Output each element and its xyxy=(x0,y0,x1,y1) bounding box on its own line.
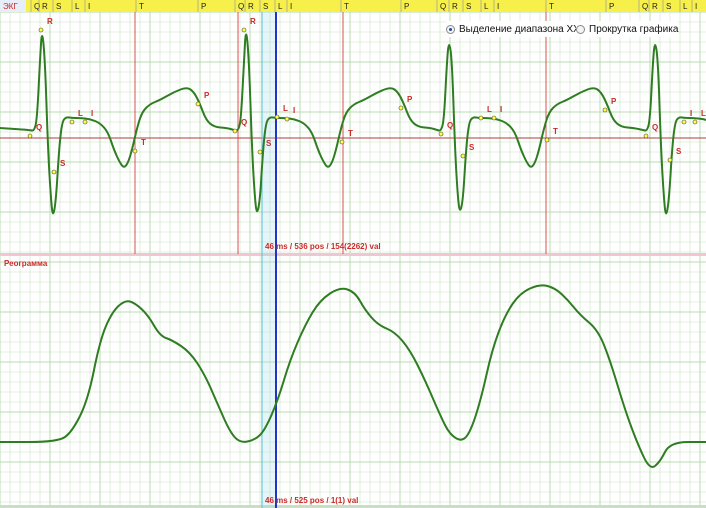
wave-label: P xyxy=(407,95,413,104)
topbar-marker: I xyxy=(695,2,697,11)
wave-point xyxy=(27,133,33,139)
topbar-marker: R xyxy=(652,2,658,11)
topbar-marker: T xyxy=(344,2,349,11)
topbar-marker: L xyxy=(683,2,688,11)
wave-label: S xyxy=(266,139,272,148)
topbar-marker: R xyxy=(248,2,254,11)
topbar-marker: P xyxy=(201,2,206,11)
wave-label: R xyxy=(250,17,256,26)
wave-point xyxy=(274,114,280,120)
wave-label: L xyxy=(78,109,83,118)
ecg-readout: 46 ms / 536 pos / 154(2262) val xyxy=(265,242,381,251)
wave-point xyxy=(643,133,649,139)
chart-stage: ЭКГ Q R S L I T P Q R S L I T P Q R S L I T P Q R S L I RQSLITPRQS… xyxy=(0,0,706,508)
wave-label: Q xyxy=(447,121,453,130)
topbar-marker: I xyxy=(88,2,90,11)
panel-texts-layer: 46 ms / 536 pos / 154(2262) val Реограмма… xyxy=(4,242,381,505)
wave-label: L xyxy=(487,105,492,114)
topbar-marker: L xyxy=(484,2,489,11)
topbar-marker: Q xyxy=(440,2,446,11)
wave-label: Q xyxy=(36,123,42,132)
wave-point xyxy=(339,139,345,145)
wave-point xyxy=(132,148,138,154)
range-select-radio-icon[interactable] xyxy=(446,24,455,34)
topbar-marker: S xyxy=(56,2,61,11)
wave-point xyxy=(491,115,497,121)
scroll-option[interactable]: Прокрутка графика xyxy=(576,21,679,37)
ecg-rheogram-plot[interactable]: ЭКГ Q R S L I T P Q R S L I T P Q R S L I T P Q R S L I RQSL ITPRQS… xyxy=(0,0,706,508)
topbar-marker: I xyxy=(497,2,499,11)
wave-point xyxy=(51,169,57,175)
wave-label: L xyxy=(283,104,288,113)
panel-separator xyxy=(0,253,706,256)
wave-point xyxy=(257,149,263,155)
wave-label: I xyxy=(500,105,502,114)
range-select-label: Выделение диапазона XX xyxy=(459,23,580,35)
wave-point xyxy=(82,119,88,125)
range-select-option[interactable]: Выделение диапазона XX xyxy=(446,21,580,37)
wave-point xyxy=(69,119,75,125)
wave-point xyxy=(38,27,44,33)
wave-label: L xyxy=(701,109,706,118)
topbar-marker: P xyxy=(609,2,614,11)
grid-layer xyxy=(0,11,706,508)
wave-label: P xyxy=(611,97,617,106)
topbar-marker: T xyxy=(549,2,554,11)
wave-label: S xyxy=(60,159,66,168)
wave-point xyxy=(602,107,608,113)
wave-label: P xyxy=(204,91,210,100)
wave-label: R xyxy=(47,17,53,26)
wave-label: T xyxy=(348,129,353,138)
topbar-marker: L xyxy=(278,2,283,11)
wave-label: S xyxy=(469,143,475,152)
wave-point xyxy=(478,115,484,121)
top-marker-bar: ЭКГ Q R S L I T P Q R S L I T P Q R S L I T P Q R S L I xyxy=(0,0,706,12)
wave-point xyxy=(692,119,698,125)
wave-point xyxy=(438,131,444,137)
topbar-marker: T xyxy=(139,2,144,11)
topbar-marker: S xyxy=(666,2,671,11)
wave-point xyxy=(284,116,290,122)
wave-point xyxy=(460,153,466,159)
wave-label: T xyxy=(141,138,146,147)
wave-point xyxy=(667,157,673,163)
selection-range xyxy=(261,12,275,508)
rheogram-title: Реограмма xyxy=(4,259,48,268)
scroll-label: Прокрутка графика xyxy=(589,23,679,35)
scroll-radio-icon[interactable] xyxy=(576,24,585,34)
topbar-marker: Q xyxy=(642,2,648,11)
marker-bar-bg xyxy=(0,0,706,12)
wave-label: Q xyxy=(652,123,658,132)
wave-point xyxy=(681,119,687,125)
topbar-marker: L xyxy=(75,2,80,11)
wave-label: S xyxy=(676,147,682,156)
topbar-marker: R xyxy=(42,2,48,11)
rheogram-readout: 46 ms / 525 pos / 1(1) val xyxy=(265,496,358,505)
topbar-marker: P xyxy=(404,2,409,11)
topbar-marker: S xyxy=(466,2,471,11)
topbar-marker: Q xyxy=(238,2,244,11)
wave-point xyxy=(398,105,404,111)
topbar-marker: S xyxy=(263,2,268,11)
wave-point xyxy=(241,27,247,33)
wave-label: I xyxy=(91,109,93,118)
ecg-title: ЭКГ xyxy=(3,2,18,11)
wave-point xyxy=(195,101,201,107)
wave-label: I xyxy=(293,106,295,115)
wave-point xyxy=(544,137,550,143)
wave-point xyxy=(232,128,238,134)
wave-label: Q xyxy=(241,118,247,127)
wave-label: T xyxy=(553,127,558,136)
wave-label: I xyxy=(690,109,692,118)
topbar-marker: R xyxy=(452,2,458,11)
topbar-marker: I xyxy=(290,2,292,11)
